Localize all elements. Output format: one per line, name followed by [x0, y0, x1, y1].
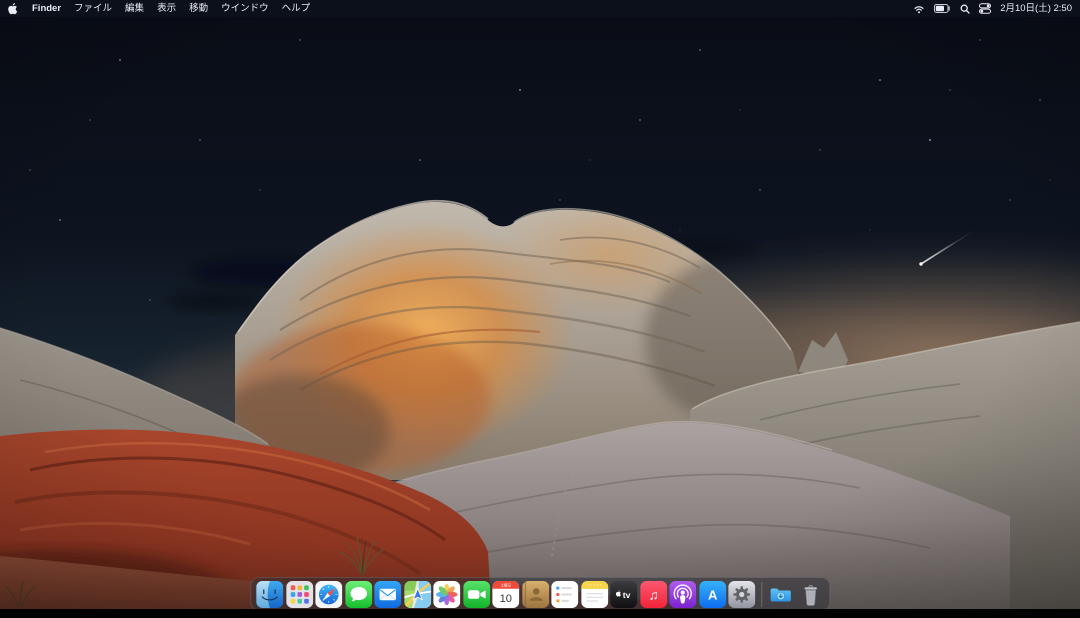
dock-maps[interactable] [404, 581, 431, 608]
dock-contacts[interactable] [522, 581, 549, 608]
dock-notes[interactable] [581, 581, 608, 608]
launchpad-icon [286, 581, 313, 608]
dock-calendar[interactable]: 土曜日 10 [492, 581, 519, 608]
apple-logo-icon [8, 2, 19, 15]
reminders-icon [551, 581, 578, 608]
battery-icon[interactable] [934, 4, 951, 13]
system-preferences-icon [728, 581, 755, 608]
menu-app-name[interactable]: Finder [32, 0, 61, 17]
wifi-icon[interactable] [913, 4, 925, 14]
menu-datetime[interactable]: 2月10日(土) 2:50 [1000, 0, 1072, 17]
dock-reminders[interactable] [551, 581, 578, 608]
dock-trash[interactable] [797, 581, 824, 608]
finder-icon [256, 581, 283, 608]
apple-menu[interactable] [8, 2, 19, 15]
apple-tv-icon: tv [610, 581, 637, 608]
calendar-weekday: 土曜日 [501, 582, 511, 587]
app-store-icon: A [699, 581, 726, 608]
dock-system-preferences[interactable] [728, 581, 755, 608]
facetime-icon [463, 581, 490, 608]
menu-edit[interactable]: 編集 [125, 0, 144, 17]
app-store-letter: A [708, 587, 718, 602]
photos-icon [433, 581, 460, 608]
trash-icon [797, 581, 824, 608]
dock-facetime[interactable] [463, 581, 490, 608]
calendar-icon: 土曜日 10 [492, 581, 519, 608]
menu-view[interactable]: 表示 [157, 0, 176, 17]
menu-help[interactable]: ヘルプ [282, 0, 311, 17]
dock-safari[interactable] [315, 581, 342, 608]
dock-separator [761, 582, 762, 607]
music-note-glyph: ♫ [648, 587, 658, 602]
podcasts-icon [669, 581, 696, 608]
messages-icon [345, 581, 372, 608]
tv-label: tv [623, 589, 631, 599]
spotlight-search-icon[interactable] [960, 4, 970, 14]
dock-podcasts[interactable] [669, 581, 696, 608]
dock-launchpad[interactable] [286, 581, 313, 608]
dock: 土曜日 10 [250, 577, 830, 611]
dock-app-store[interactable]: A [699, 581, 726, 608]
menu-go[interactable]: 移動 [189, 0, 208, 17]
safari-icon [315, 581, 342, 608]
notes-icon [581, 581, 608, 608]
dock-mail[interactable] [374, 581, 401, 608]
desktop-wallpaper [0, 0, 1080, 618]
menu-file[interactable]: ファイル [74, 0, 112, 17]
mail-icon [374, 581, 401, 608]
dock-finder[interactable] [256, 581, 283, 608]
letterbox-bar [0, 609, 1080, 618]
menu-bar: Finder ファイル 編集 表示 移動 ウインドウ ヘルプ [0, 0, 1080, 17]
calendar-day: 10 [500, 593, 512, 605]
dock-tv[interactable]: tv [610, 581, 637, 608]
dock-music[interactable]: ♫ [640, 581, 667, 608]
control-center-icon[interactable] [979, 3, 991, 14]
music-icon: ♫ [640, 581, 667, 608]
contacts-icon [522, 581, 549, 608]
dock-messages[interactable] [345, 581, 372, 608]
dock-photos[interactable] [433, 581, 460, 608]
dock-downloads[interactable] [767, 581, 794, 608]
maps-icon [404, 581, 431, 608]
downloads-folder-icon [767, 581, 794, 608]
menu-window[interactable]: ウインドウ [221, 0, 269, 17]
gear-icon [733, 586, 750, 603]
